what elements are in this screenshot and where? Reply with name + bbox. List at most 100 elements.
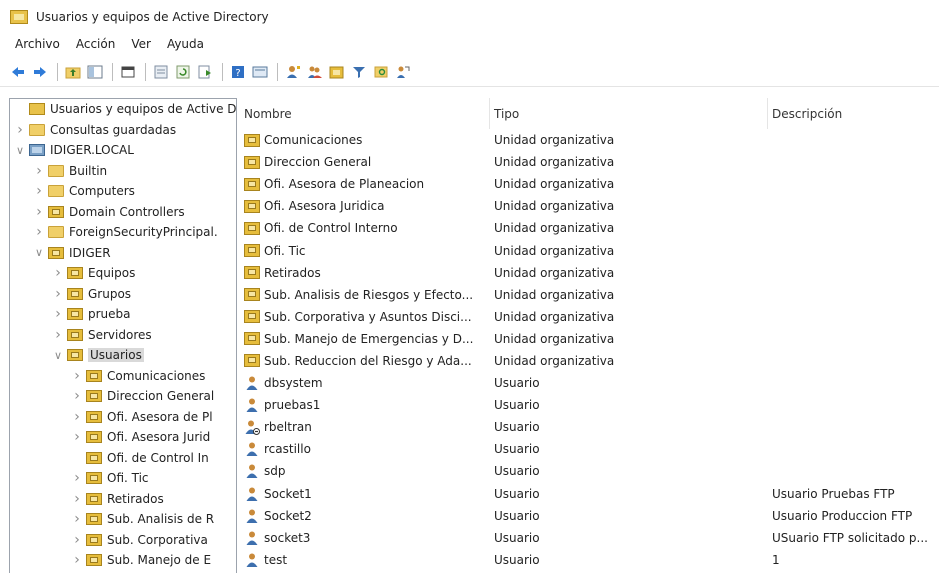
organizational-unit-icon [86,451,102,464]
expand-chevron-icon[interactable]: › [52,286,64,302]
tree-item[interactable]: › Retirados [10,489,236,510]
expand-chevron-icon[interactable]: › [52,306,64,322]
list-row[interactable]: rcastillo Usuario [240,438,939,460]
tree-item[interactable]: ∨ IDIGER [10,243,236,264]
new-group-icon[interactable] [307,64,323,80]
list-row[interactable]: Comunicaciones Unidad organizativa [240,129,939,151]
delegate-icon[interactable] [395,64,411,80]
list-row[interactable]: Sub. Manejo de Emergencias y D... Unidad … [240,328,939,350]
tree-item[interactable]: › Grupos [10,284,236,305]
tree-item[interactable]: › Sub. Manejo de E [10,550,236,571]
find-icon[interactable] [373,64,389,80]
list-row[interactable]: Sub. Analisis de Riesgos y Efecto... Unid… [240,284,939,306]
show-hide-tree-icon[interactable] [87,64,103,80]
tree-item[interactable]: › Direccion General [10,386,236,407]
list-row[interactable]: dbsystem Usuario [240,372,939,394]
list-row[interactable]: Ofi. Asesora Juridica Unidad organizativa [240,195,939,217]
list-row[interactable]: test Usuario 1 [240,549,939,571]
list-row[interactable]: socket3 Usuario USuario FTP solicitado p..… [240,527,939,549]
cell-name: rbeltran [244,416,492,438]
tree-item[interactable]: Ofi. de Control In [10,448,236,469]
tree-item[interactable]: › Domain Controllers [10,202,236,223]
tree-item[interactable]: Usuarios y equipos de Active Dir [10,99,236,120]
list-row[interactable]: Socket1 Usuario Usuario Pruebas FTP [240,483,939,505]
list-row[interactable]: Retirados Unidad organizativa [240,262,939,284]
console-tree[interactable]: Usuarios y equipos de Active Dir › Consult… [9,98,237,573]
tree-item-label: Ofi. Asesora de Pl [107,409,213,424]
tree-item[interactable]: › Sub. Corporativa [10,530,236,551]
expand-chevron-icon[interactable]: › [71,470,83,486]
collapse-chevron-icon[interactable]: ∨ [14,144,26,157]
organizational-unit-icon [244,310,260,324]
tree-item[interactable]: › Sub. Analisis de R [10,509,236,530]
expand-chevron-icon[interactable]: › [33,163,45,179]
organizational-unit-icon [67,287,83,300]
tree-item[interactable]: › prueba [10,304,236,325]
list-row[interactable]: Ofi. de Control Interno Unidad organizati… [240,217,939,239]
tree-item[interactable]: › Consultas guardadas [10,120,236,141]
expand-chevron-icon[interactable]: › [71,532,83,548]
window-icon[interactable] [120,64,136,80]
organizational-unit-icon [244,244,260,258]
expand-chevron-icon[interactable]: › [71,429,83,445]
up-folder-icon[interactable] [65,64,81,80]
list-row[interactable]: pruebas1 Usuario [240,394,939,416]
tree-item[interactable]: › Ofi. Asesora Jurid [10,427,236,448]
expand-chevron-icon[interactable]: › [52,327,64,343]
new-user-icon[interactable] [285,64,301,80]
list-row[interactable]: Direccion General Unidad organizativa [240,151,939,173]
expand-chevron-icon[interactable]: › [52,265,64,281]
export-icon[interactable] [197,64,213,80]
expand-chevron-icon[interactable]: › [14,122,26,138]
tree-item[interactable]: ∨ Usuarios [10,345,236,366]
refresh-icon[interactable] [175,64,191,80]
object-name: test [264,552,288,567]
forward-arrow-icon[interactable] [32,64,48,80]
expand-chevron-icon[interactable]: › [71,409,83,425]
tree-item[interactable]: › Ofi. Tic [10,468,236,489]
window-title: Usuarios y equipos de Active Directory [36,9,269,24]
expand-chevron-icon[interactable]: › [71,388,83,404]
tree-item[interactable]: › Computers [10,181,236,202]
new-ou-icon[interactable] [329,64,345,80]
tree-item[interactable]: › ForeignSecurityPrincipal. [10,222,236,243]
back-arrow-icon[interactable] [10,64,26,80]
tree-item[interactable]: › Builtin [10,161,236,182]
expand-chevron-icon[interactable]: › [33,204,45,220]
list-row[interactable]: Sub. Corporativa y Asuntos Disci... Unida… [240,306,939,328]
column-header-tipo[interactable]: Tipo [490,98,768,129]
expand-chevron-icon[interactable]: › [71,491,83,507]
menu-ver[interactable]: Ver [123,37,159,51]
console-view-icon[interactable] [252,64,268,80]
menu-accion[interactable]: Acción [68,37,123,51]
list-row[interactable]: Socket2 Usuario Usuario Produccion FTP [240,505,939,527]
tree-item[interactable]: › Equipos [10,263,236,284]
expand-chevron-icon[interactable]: › [33,183,45,199]
tree-item[interactable]: › Comunicaciones [10,366,236,387]
tree-item[interactable]: ∨ IDIGER.LOCAL [10,140,236,161]
expand-chevron-icon[interactable]: › [71,368,83,384]
list-row[interactable]: Ofi. Tic Unidad organizativa [240,239,939,261]
cell-name: Direccion General [244,151,492,173]
menu-archivo[interactable]: Archivo [0,37,68,51]
expand-chevron-icon[interactable]: › [71,552,83,568]
menu-ayuda[interactable]: Ayuda [159,37,212,51]
list-row[interactable]: rbeltran Usuario [240,416,939,438]
object-name: dbsystem [264,376,323,391]
details-pane[interactable]: Nombre Tipo Descripción Comunicaciones Un… [240,98,939,573]
tree-item[interactable]: › Ofi. Asesora de Pl [10,407,236,428]
list-row[interactable]: Sub. Reduccion del Riesgo y Ada... Unidad… [240,350,939,372]
toolbar-separator [222,62,223,81]
expand-chevron-icon[interactable]: › [33,224,45,240]
collapse-chevron-icon[interactable]: ∨ [52,349,64,362]
filter-icon[interactable] [351,64,367,80]
expand-chevron-icon[interactable]: › [71,511,83,527]
collapse-chevron-icon[interactable]: ∨ [33,246,45,259]
help-icon[interactable]: ? [230,64,246,80]
properties-icon[interactable] [153,64,169,80]
tree-item[interactable]: › Servidores [10,325,236,346]
list-row[interactable]: Ofi. Asesora de Planeacion Unidad organiz… [240,173,939,195]
column-header-nombre[interactable]: Nombre [240,98,490,129]
column-header-descripcion[interactable]: Descripción [768,98,939,129]
list-row[interactable]: sdp Usuario [240,460,939,482]
